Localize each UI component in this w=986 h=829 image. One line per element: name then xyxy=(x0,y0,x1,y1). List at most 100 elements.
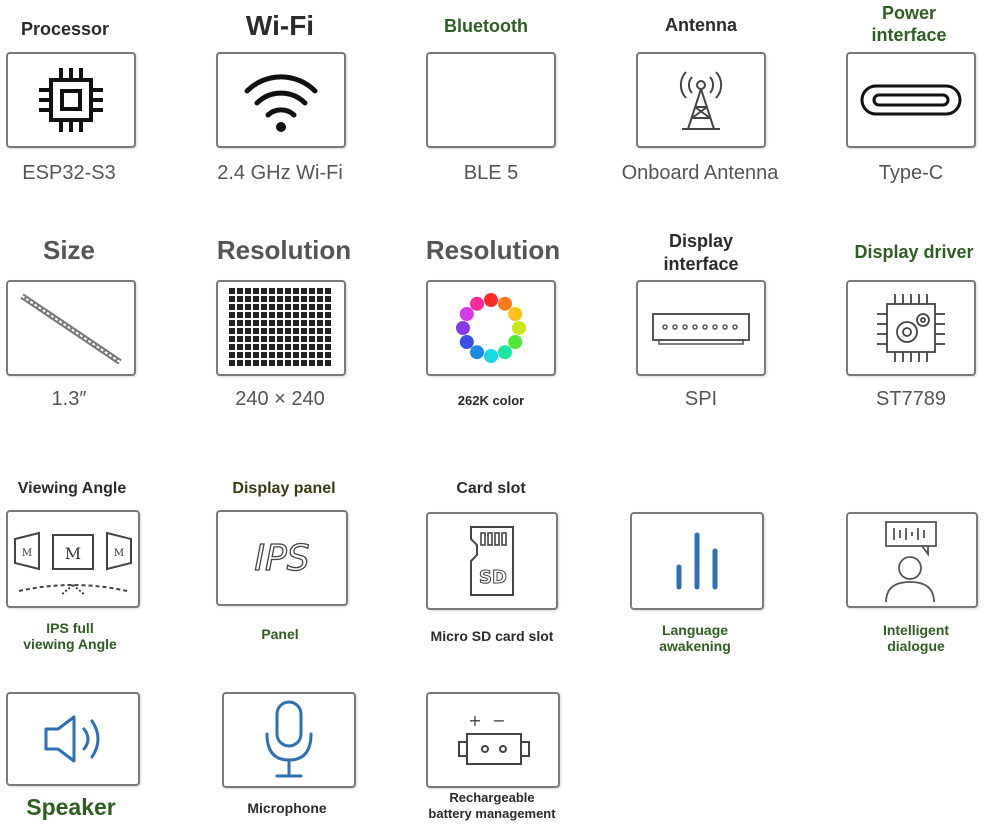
pixel-cell xyxy=(261,312,267,318)
display-interface-value: SPI xyxy=(684,388,718,410)
pixel-cell xyxy=(269,352,275,358)
pixel-cell xyxy=(277,352,283,358)
viewing-card: M M M xyxy=(6,510,140,608)
pixel-cell xyxy=(269,336,275,342)
pixel-cell xyxy=(237,352,243,358)
sd-icon-text: SD xyxy=(479,567,507,588)
pixel-cell xyxy=(293,304,299,310)
language-value-line1: Language xyxy=(661,622,729,638)
battery-plus-sign: + xyxy=(468,711,481,730)
pixel-cell xyxy=(317,360,323,366)
pixel-cell xyxy=(285,360,291,366)
pixel-cell xyxy=(269,328,275,334)
driver-value: ST7789 xyxy=(875,388,947,410)
pixel-cell xyxy=(317,328,323,334)
color-dot xyxy=(470,296,484,311)
processor-value: ESP32-S3 xyxy=(22,162,116,184)
color-dot xyxy=(484,349,498,363)
pixel-cell xyxy=(253,352,259,358)
pixel-cell xyxy=(325,352,331,358)
pixel-cell xyxy=(325,288,331,294)
power-card xyxy=(846,52,976,148)
color-dot xyxy=(508,335,523,349)
pixel-cell xyxy=(301,304,307,310)
pixel-cell xyxy=(301,328,307,334)
microphone-title: Microphone xyxy=(247,800,327,816)
pixel-cell xyxy=(285,312,291,318)
antenna-value: Onboard Antenna xyxy=(621,162,779,184)
pixel-cell xyxy=(277,360,283,366)
dialogue-card xyxy=(846,512,978,608)
pixel-cell xyxy=(293,352,299,358)
pixel-cell xyxy=(229,344,235,350)
battery-value-line2: battery management xyxy=(428,806,556,821)
pixel-cell xyxy=(325,304,331,310)
pixel-cell xyxy=(245,344,251,350)
size-title: Size xyxy=(42,235,96,265)
pixel-cell xyxy=(269,344,275,350)
color-card xyxy=(426,280,556,376)
pixel-cell xyxy=(317,296,323,302)
driver-card xyxy=(846,280,976,376)
pixel-cell xyxy=(301,288,307,294)
pixel-cell xyxy=(301,336,307,342)
speaker-card xyxy=(6,692,140,786)
pixel-cell xyxy=(253,320,259,326)
pixel-cell xyxy=(277,312,283,318)
pixel-cell xyxy=(237,320,243,326)
pixel-cell xyxy=(229,320,235,326)
pixel-cell xyxy=(277,328,283,334)
language-card xyxy=(630,512,764,610)
display-interface-card xyxy=(636,280,766,376)
pixel-cell xyxy=(301,360,307,366)
pixel-cell xyxy=(253,312,259,318)
viewing-icon-letter-center: M xyxy=(65,544,81,563)
pixel-cell xyxy=(309,296,315,302)
pixel-cell xyxy=(293,320,299,326)
color-wheel-icon xyxy=(456,293,526,363)
antenna-title: Antenna xyxy=(665,15,737,35)
audio-bars-icon xyxy=(676,532,718,590)
pixel-cell xyxy=(245,328,251,334)
pixel-cell xyxy=(237,312,243,318)
pixel-cell xyxy=(261,328,267,334)
power-title-line1: Power xyxy=(881,3,937,23)
cardslot-title: Card slot xyxy=(456,480,526,497)
pixel-cell xyxy=(285,304,291,310)
pixel-cell xyxy=(325,312,331,318)
color-dot xyxy=(484,293,498,307)
viewing-title: Viewing Angle xyxy=(17,480,127,497)
resolution-value: 240 × 240 xyxy=(235,388,325,410)
pixel-cell xyxy=(277,304,283,310)
viewing-angle-icon: M M M xyxy=(14,531,132,596)
pixel-cell xyxy=(309,288,315,294)
pixel-cell xyxy=(293,344,299,350)
pixel-cell xyxy=(229,360,235,366)
pixel-grid-icon xyxy=(229,288,331,366)
pixel-cell xyxy=(309,320,315,326)
pixel-cell xyxy=(277,344,283,350)
pixel-cell xyxy=(245,288,251,294)
screen-diagonal-icon xyxy=(20,293,122,365)
pixel-cell xyxy=(261,304,267,310)
pixel-cell xyxy=(269,296,275,302)
power-value: Type-C xyxy=(878,162,944,184)
pixel-cell xyxy=(237,344,243,350)
pixel-cell xyxy=(309,312,315,318)
resolution-title: Resolution xyxy=(216,235,352,265)
display-interface-title-line1: Display xyxy=(668,231,734,251)
pixel-cell xyxy=(325,344,331,350)
processor-card xyxy=(6,52,136,148)
processor-title: Processor xyxy=(20,19,110,39)
pixel-cell xyxy=(269,360,275,366)
viewing-value-line2: viewing Angle xyxy=(23,636,117,652)
pixel-cell xyxy=(237,304,243,310)
pixel-cell xyxy=(229,296,235,302)
pixel-cell xyxy=(277,320,283,326)
pixel-cell xyxy=(245,304,251,310)
color-dot xyxy=(508,307,523,321)
speaker-icon xyxy=(44,715,100,763)
chip-icon xyxy=(39,68,103,132)
pixel-cell xyxy=(293,296,299,302)
pixel-cell xyxy=(325,296,331,302)
